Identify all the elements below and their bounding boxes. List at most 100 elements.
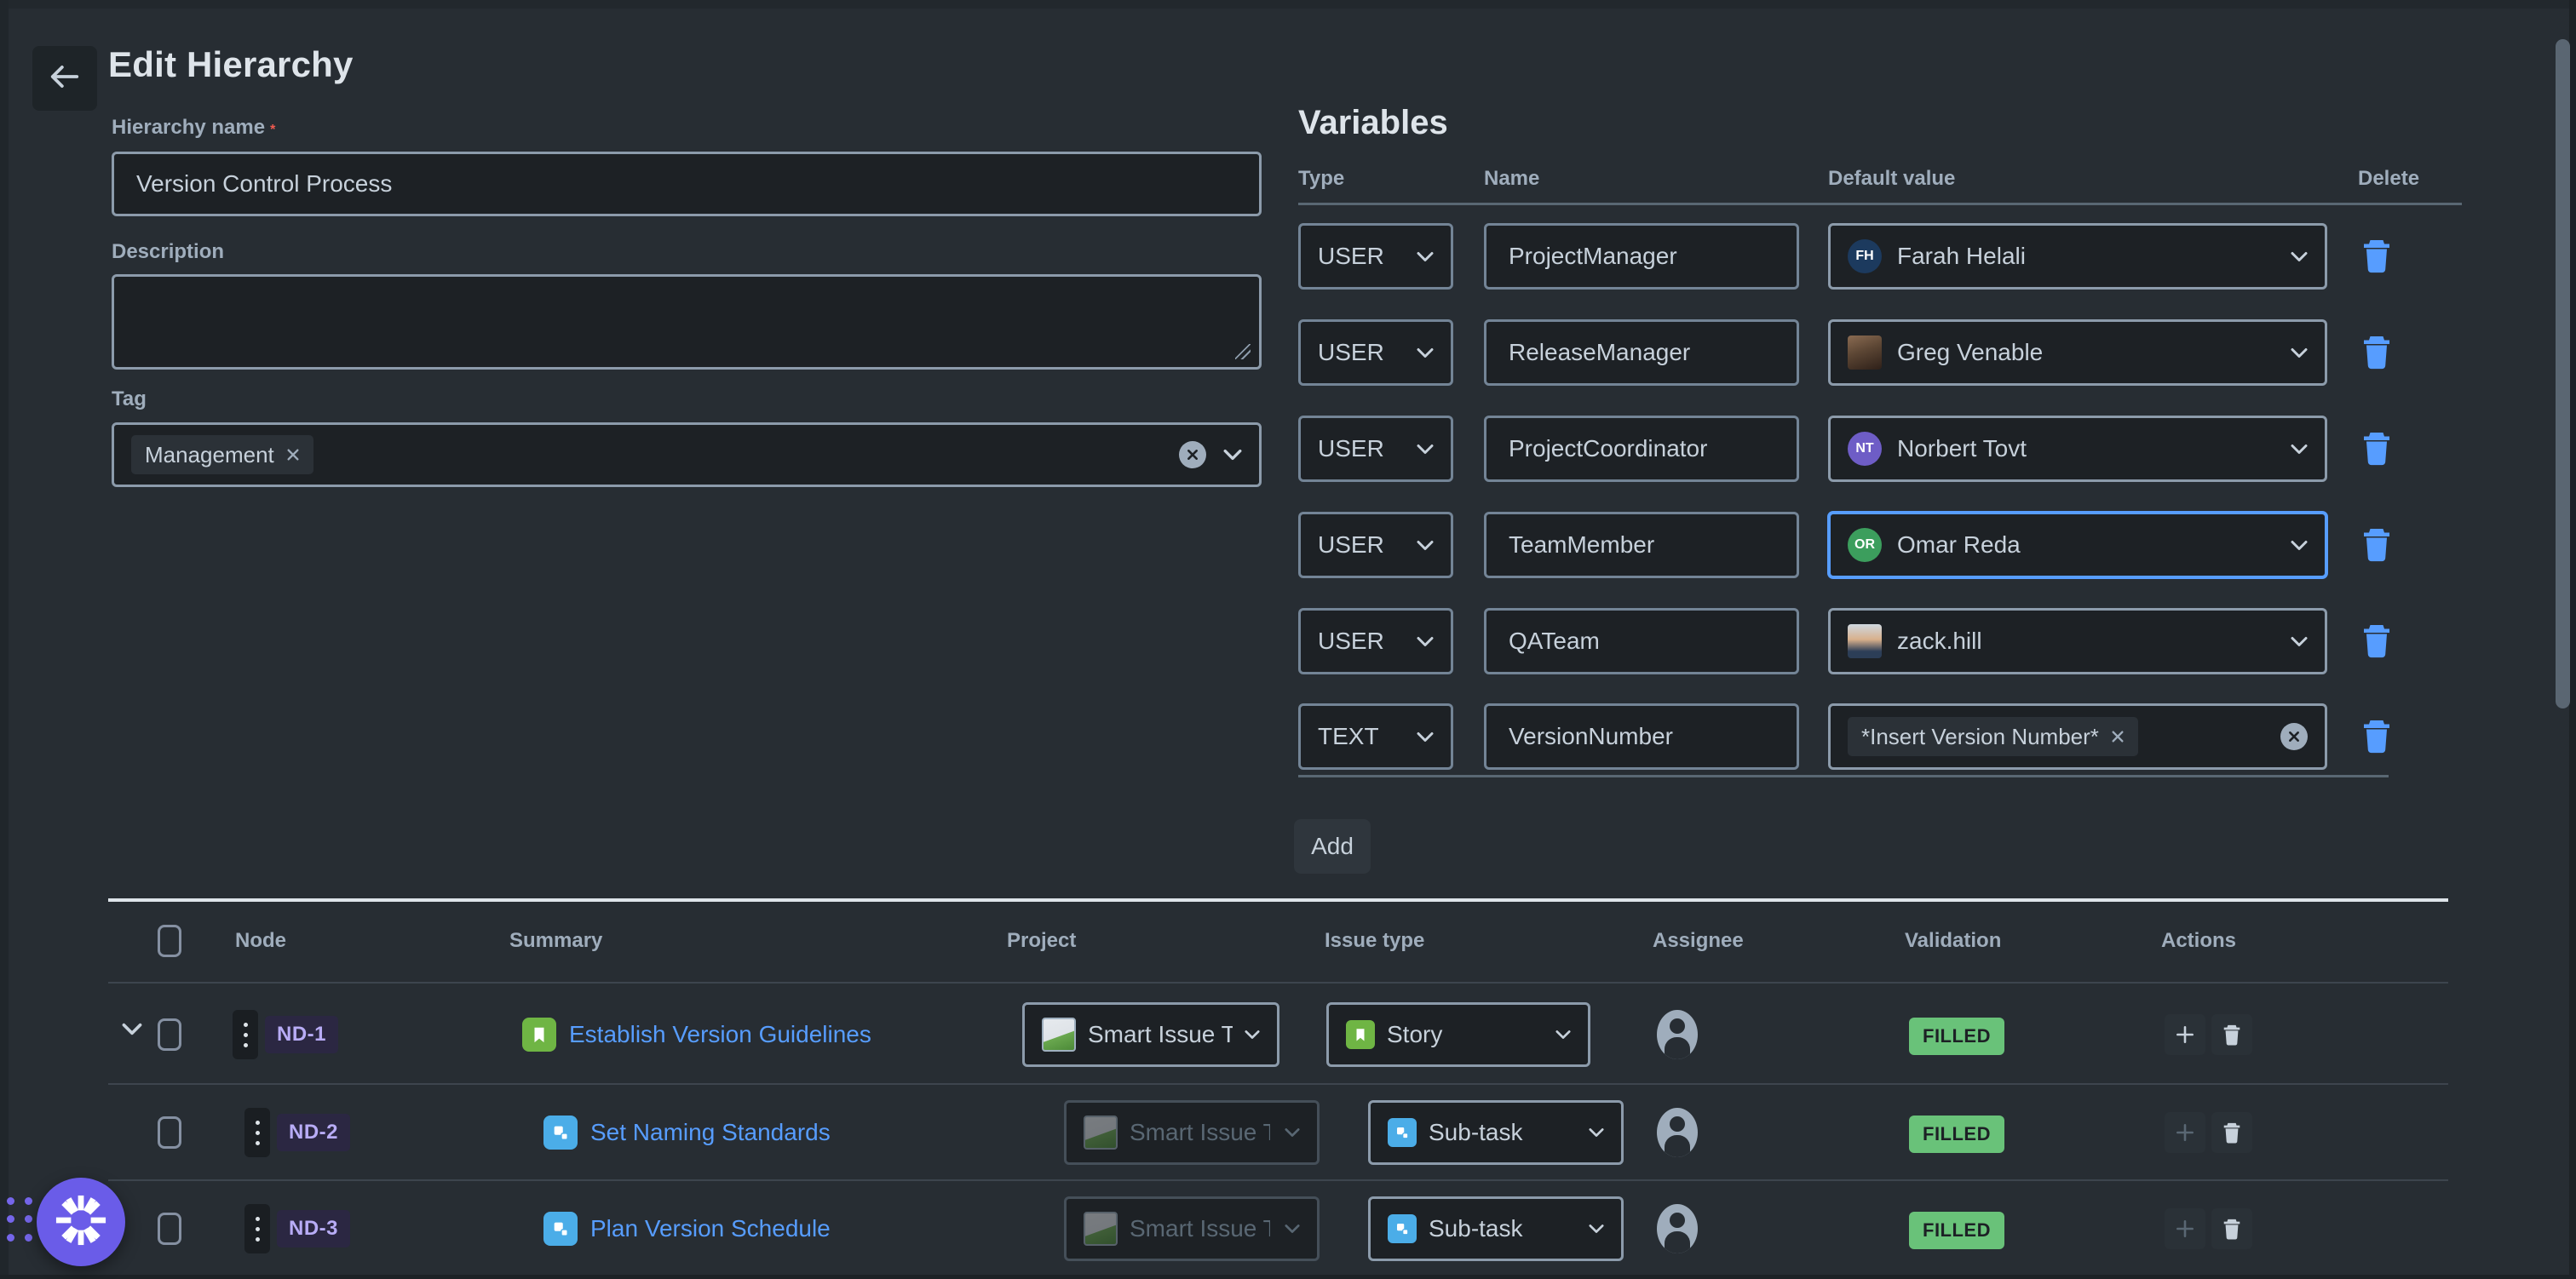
chevron-down-icon (1417, 636, 1434, 647)
chip-remove-icon[interactable] (286, 448, 300, 462)
collapse-chevron-icon[interactable] (122, 1023, 142, 1040)
user-avatar-photo (1848, 336, 1882, 370)
user-avatar-photo (1848, 624, 1882, 658)
drag-handle[interactable] (233, 1010, 258, 1059)
project-select-disabled: Smart Issue T (1064, 1100, 1320, 1165)
subtask-icon (543, 1212, 578, 1246)
clear-tags-icon[interactable] (1179, 441, 1206, 468)
variable-type-select[interactable]: TEXT (1298, 703, 1453, 770)
row-checkbox[interactable] (158, 1213, 181, 1245)
col-name: Name (1484, 167, 1539, 191)
delete-variable-button[interactable] (2361, 429, 2392, 467)
delete-variable-button[interactable] (2361, 717, 2392, 754)
variable-default-user-select[interactable]: NT Norbert Tovt (1828, 416, 2327, 482)
variable-name-input[interactable] (1484, 703, 1799, 770)
issue-type-select[interactable]: Story (1326, 1002, 1590, 1067)
drag-handle[interactable] (244, 1108, 270, 1157)
add-variable-button[interactable]: Add (1294, 819, 1371, 874)
add-child-button-disabled (2165, 1208, 2205, 1249)
variable-type-select[interactable]: USER (1298, 416, 1453, 482)
assistant-fab-button[interactable] (37, 1178, 125, 1266)
select-all-checkbox[interactable] (158, 925, 181, 957)
project-avatar (1042, 1018, 1076, 1052)
description-label: Description (112, 240, 224, 264)
drag-handle[interactable] (244, 1204, 270, 1253)
spark-burst-icon (55, 1194, 107, 1251)
chevron-down-icon (2291, 636, 2308, 647)
window-bottom-edge (0, 1275, 2576, 1279)
delete-variable-button[interactable] (2361, 237, 2392, 274)
variable-name-input[interactable] (1484, 608, 1799, 674)
chevron-down-icon (1417, 540, 1434, 551)
fab-drag-handle[interactable] (7, 1197, 37, 1247)
textarea-resize-handle[interactable] (1235, 344, 1251, 359)
issue-type-select[interactable]: Sub-task (1368, 1196, 1624, 1261)
node-badge: ND-1 (265, 1016, 338, 1053)
variable-default-text-select[interactable]: *Insert Version Number* (1828, 703, 2327, 770)
delete-variable-button[interactable] (2361, 622, 2392, 659)
variable-name-input[interactable] (1484, 319, 1799, 386)
subtask-icon (1388, 1214, 1417, 1243)
variable-type-select[interactable]: USER (1298, 512, 1453, 578)
delete-row-button[interactable] (2211, 1208, 2252, 1249)
chevron-down-icon (1417, 347, 1434, 358)
chevron-down-icon (1245, 1030, 1260, 1040)
summary-link[interactable]: Set Naming Standards (590, 1119, 831, 1146)
variable-default-user-select[interactable]: FH Farah Helali (1828, 223, 2327, 290)
variable-default-user-select[interactable]: Greg Venable (1828, 319, 2327, 386)
variable-name-input[interactable] (1484, 416, 1799, 482)
row-checkbox[interactable] (158, 1116, 181, 1149)
delete-variable-button[interactable] (2361, 525, 2392, 563)
validation-badge: FILLED (1909, 1018, 2004, 1055)
delete-variable-button[interactable] (2361, 333, 2392, 370)
description-textarea[interactable] (112, 274, 1262, 370)
chevron-down-icon[interactable] (1223, 449, 1242, 461)
col-issue-type: Issue type (1325, 929, 1424, 953)
chevron-down-icon (1417, 731, 1434, 743)
add-child-button[interactable] (2165, 1014, 2205, 1055)
variable-default-user-select-focused[interactable]: OR Omar Reda (1828, 512, 2327, 578)
delete-row-button[interactable] (2211, 1014, 2252, 1055)
variable-type-select[interactable]: USER (1298, 319, 1453, 386)
variable-name-input[interactable] (1484, 223, 1799, 290)
row-checkbox[interactable] (158, 1018, 181, 1051)
issue-type-select[interactable]: Sub-task (1368, 1100, 1624, 1165)
story-icon (522, 1018, 556, 1052)
variables-footer-divider (1298, 775, 2389, 777)
project-avatar (1084, 1212, 1118, 1246)
node-badge: ND-2 (277, 1114, 350, 1151)
project-select[interactable]: Smart Issue T (1022, 1002, 1279, 1067)
window-top-edge (0, 0, 2576, 9)
col-assignee: Assignee (1653, 929, 1744, 953)
assignee-avatar-icon[interactable] (1657, 1204, 1698, 1253)
hierarchy-name-label: Hierarchy name* (112, 116, 275, 140)
back-button[interactable] (32, 46, 97, 111)
chevron-down-icon (2291, 444, 2308, 455)
col-delete: Delete (2358, 167, 2419, 191)
table-row: ND-1 Establish Version Guidelines Smart … (0, 984, 2576, 1085)
col-node: Node (235, 929, 286, 953)
user-avatar: NT (1848, 432, 1882, 466)
variables-title: Variables (1298, 104, 1448, 142)
clear-value-icon[interactable] (2280, 723, 2308, 750)
assignee-avatar-icon[interactable] (1657, 1010, 1698, 1059)
arrow-left-icon (49, 63, 81, 95)
delete-row-button[interactable] (2211, 1112, 2252, 1153)
node-badge: ND-3 (277, 1210, 350, 1247)
tag-select[interactable]: Management (112, 422, 1262, 487)
hierarchy-name-input[interactable] (112, 152, 1262, 216)
table-row: ND-2 Set Naming Standards Smart Issue T … (0, 1085, 2576, 1181)
variable-name-input[interactable] (1484, 512, 1799, 578)
chevron-down-icon (1285, 1224, 1300, 1234)
validation-badge: FILLED (1909, 1116, 2004, 1153)
summary-link[interactable]: Establish Version Guidelines (569, 1021, 871, 1048)
variable-type-select[interactable]: USER (1298, 223, 1453, 290)
variable-type-select[interactable]: USER (1298, 608, 1453, 674)
summary-link[interactable]: Plan Version Schedule (590, 1215, 831, 1242)
col-validation: Validation (1905, 929, 2001, 953)
chevron-down-icon (1555, 1030, 1571, 1040)
variable-default-user-select[interactable]: zack.hill (1828, 608, 2327, 674)
chip-remove-icon[interactable] (2111, 730, 2125, 743)
assignee-avatar-icon[interactable] (1657, 1108, 1698, 1157)
scrollbar-thumb[interactable] (2556, 39, 2570, 708)
